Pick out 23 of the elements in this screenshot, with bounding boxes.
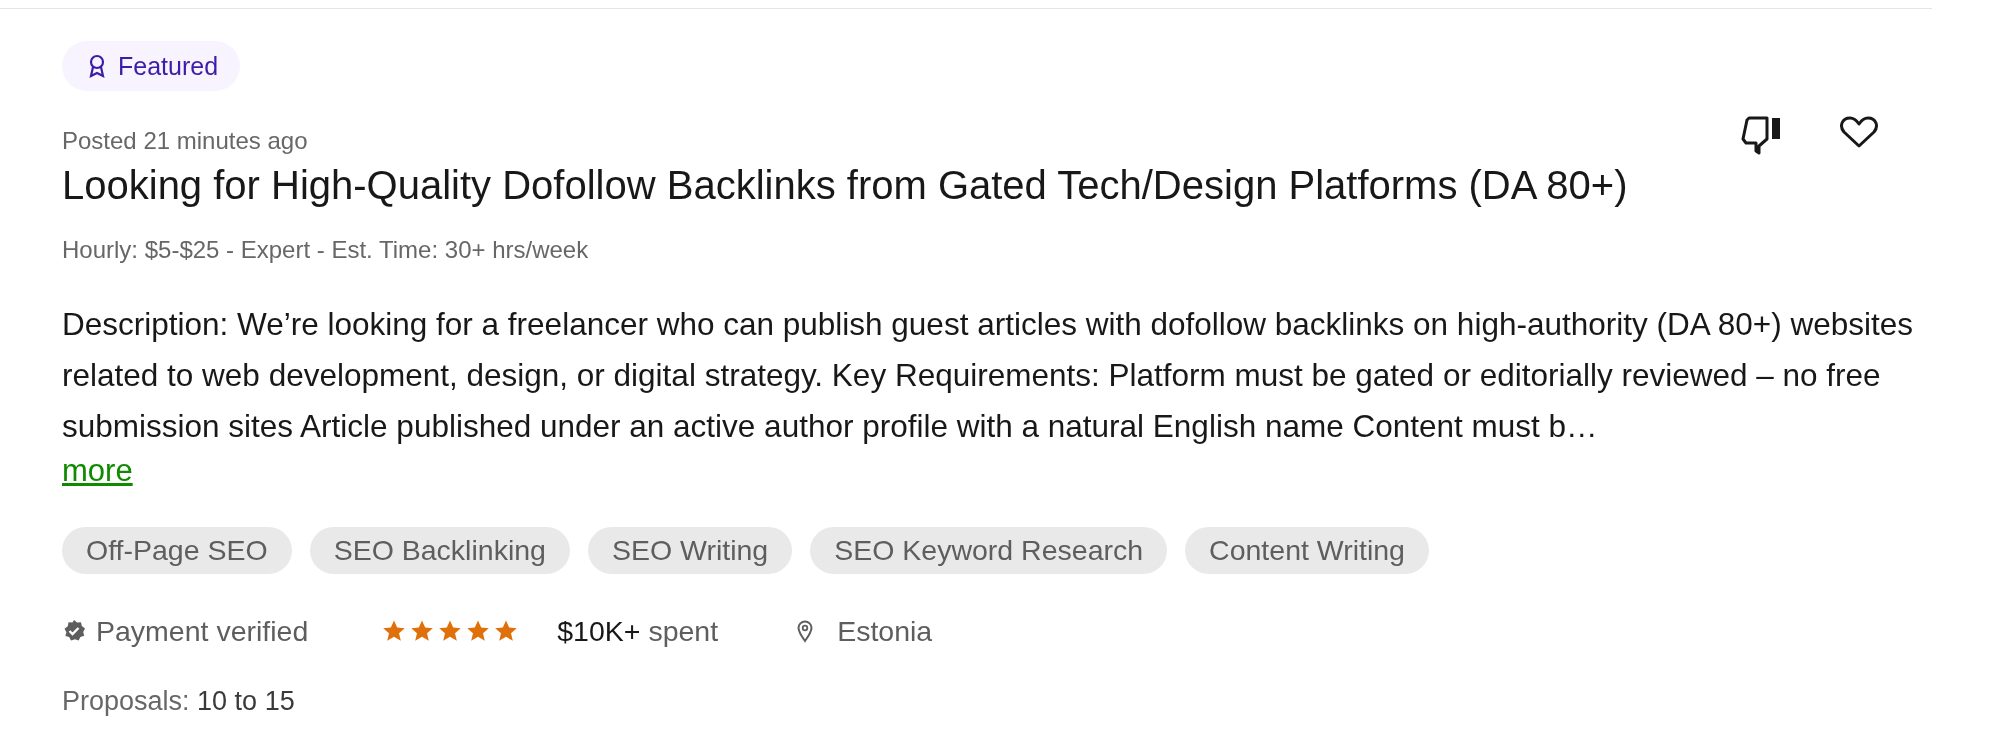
star-icon xyxy=(466,619,491,643)
client-spent: $10K+ spent xyxy=(557,614,719,648)
job-meta: Hourly: $5-$25 - Expert - Est. Time: 30+ hrs/week xyxy=(62,235,589,265)
client-location: Estonia xyxy=(837,614,933,648)
star-icon xyxy=(438,619,463,643)
star-icon xyxy=(494,619,519,643)
thumbs-down-icon[interactable] xyxy=(1741,115,1783,155)
featured-badge: Featured xyxy=(62,41,241,91)
job-title[interactable]: Looking for High-Quality Dofollow Backlinks from Gated Tech/Design Platforms (DA 80+) xyxy=(62,163,1628,207)
skill-tag[interactable]: SEO Writing xyxy=(587,527,793,574)
skill-tag[interactable]: SEO Backlinking xyxy=(309,527,570,574)
award-icon xyxy=(88,54,106,78)
skill-tag[interactable]: Content Writing xyxy=(1185,527,1429,574)
star-icon xyxy=(382,619,407,643)
more-link[interactable]: more xyxy=(62,452,133,490)
location-pin-icon xyxy=(797,619,814,643)
posted-time: Posted 21 minutes ago xyxy=(62,126,308,156)
skill-tag[interactable]: SEO Keyword Research xyxy=(810,527,1168,574)
proposals-count: Proposals: 10 to 15 xyxy=(62,685,296,717)
skill-tag[interactable]: Off-Page SEO xyxy=(62,527,292,574)
payment-status: Payment verified xyxy=(96,614,309,648)
star-icon xyxy=(410,619,435,643)
job-description: Description: We’re looking for a freelancer who can publish guest articles with dofollow backlinks on high-authority (DA 80+) websites related to web development, design, or digital strategy. Key Requirements: Platform must be gated or editorially reviewed – no free submission sites Article published under an active author profile with a natural English name Content must b… xyxy=(62,305,1914,446)
